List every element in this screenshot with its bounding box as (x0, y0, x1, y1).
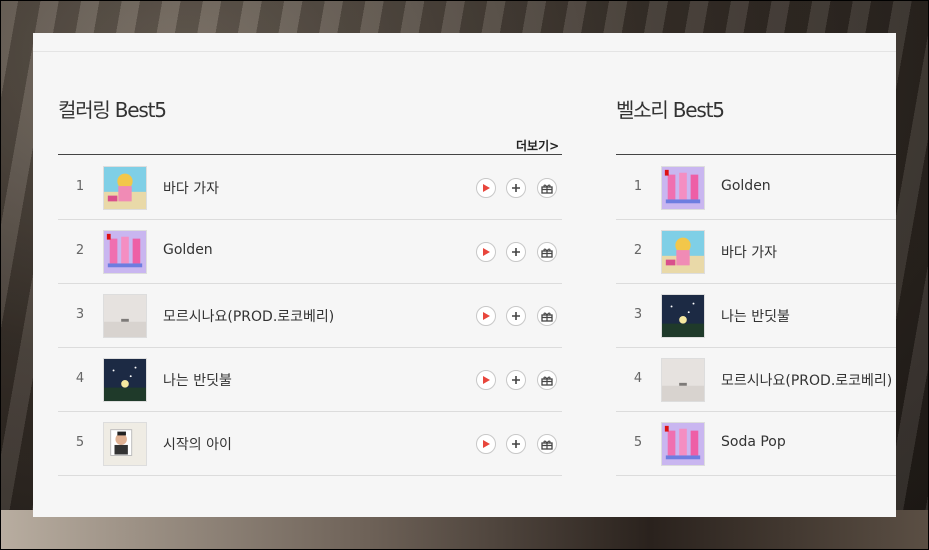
rank-number: 4 (633, 371, 643, 386)
rank-number: 5 (633, 435, 643, 450)
rank-number: 2 (75, 243, 85, 258)
add-button[interactable] (506, 434, 526, 454)
rank-number: 4 (75, 371, 85, 386)
plus-icon (511, 183, 521, 193)
list-item[interactable]: 2 바다 가자 (616, 220, 896, 284)
album-art[interactable] (661, 294, 705, 338)
section-title: 컬러링 Best5 (58, 98, 167, 122)
song-title[interactable]: Golden (721, 178, 771, 194)
row-divider (616, 475, 896, 476)
add-button[interactable] (506, 178, 526, 198)
play-icon (481, 183, 491, 193)
gift-button[interactable] (537, 178, 557, 198)
rank-number: 1 (633, 179, 643, 194)
album-art[interactable] (661, 422, 705, 466)
rank-number: 1 (75, 179, 85, 194)
song-title[interactable]: Soda Pop (721, 434, 786, 450)
list-item[interactable]: 2 Golden (58, 220, 562, 284)
play-button[interactable] (476, 242, 496, 262)
gift-button[interactable] (537, 306, 557, 326)
gift-icon (541, 375, 553, 386)
song-title[interactable]: 바다 가자 (721, 242, 777, 262)
list-item[interactable]: 5 시작의 아이 (58, 412, 562, 476)
gift-icon (541, 439, 553, 450)
list-item[interactable]: 4 모르시나요(PROD.로코베리) (616, 348, 896, 412)
list-item[interactable]: 5 Soda Pop (616, 412, 896, 476)
album-art[interactable] (103, 358, 147, 402)
play-icon (481, 247, 491, 257)
plus-icon (511, 311, 521, 321)
album-art[interactable] (661, 230, 705, 274)
album-art[interactable] (103, 422, 147, 466)
song-title[interactable]: 모르시나요(PROD.로코베리) (163, 306, 334, 326)
song-title[interactable]: 나는 반딧불 (721, 306, 790, 326)
list-top-rule (616, 154, 896, 155)
add-button[interactable] (506, 306, 526, 326)
gift-icon (541, 311, 553, 322)
add-button[interactable] (506, 242, 526, 262)
play-button[interactable] (476, 306, 496, 326)
song-title[interactable]: Golden (163, 242, 213, 258)
plus-icon (511, 375, 521, 385)
play-icon (481, 311, 491, 321)
rank-number: 3 (633, 307, 643, 322)
album-art[interactable] (103, 294, 147, 338)
gift-icon (541, 183, 553, 194)
list-item[interactable]: 4 나는 반딧불 (58, 348, 562, 412)
coloring-best5-section: 컬러링 Best5 더보기> 1 바다 가자 2 Golden 3 모르시나요(PROD.… (33, 33, 593, 517)
song-title[interactable]: 시작의 아이 (163, 434, 232, 454)
song-title[interactable]: 바다 가자 (163, 178, 219, 198)
play-icon (481, 375, 491, 385)
album-art[interactable] (103, 166, 147, 210)
rank-number: 3 (75, 307, 85, 322)
rank-number: 5 (75, 435, 85, 450)
row-divider (58, 475, 562, 476)
gift-button[interactable] (537, 242, 557, 262)
gift-button[interactable] (537, 434, 557, 454)
add-button[interactable] (506, 370, 526, 390)
play-button[interactable] (476, 178, 496, 198)
bell-best5-section: 벨소리 Best5 1 Golden 2 바다 가자 3 나는 반딧불 4 모르시나요(PRO… (593, 33, 896, 517)
album-art[interactable] (103, 230, 147, 274)
list-item[interactable]: 1 바다 가자 (58, 156, 562, 220)
more-link[interactable]: 더보기> (516, 137, 559, 154)
list-item[interactable]: 3 나는 반딧불 (616, 284, 896, 348)
play-icon (481, 439, 491, 449)
plus-icon (511, 247, 521, 257)
song-title[interactable]: 나는 반딧불 (163, 370, 232, 390)
list-top-rule (58, 154, 562, 155)
rank-number: 2 (633, 243, 643, 258)
gift-icon (541, 247, 553, 258)
song-title[interactable]: 모르시나요(PROD.로코베리) (721, 370, 892, 390)
music-chart-panel: 컬러링 Best5 더보기> 1 바다 가자 2 Golden 3 모르시나요(PROD.… (33, 33, 896, 517)
section-title: 벨소리 Best5 (616, 98, 725, 122)
album-art[interactable] (661, 166, 705, 210)
play-button[interactable] (476, 434, 496, 454)
list-item[interactable]: 1 Golden (616, 156, 896, 220)
gift-button[interactable] (537, 370, 557, 390)
list-item[interactable]: 3 모르시나요(PROD.로코베리) (58, 284, 562, 348)
album-art[interactable] (661, 358, 705, 402)
plus-icon (511, 439, 521, 449)
play-button[interactable] (476, 370, 496, 390)
